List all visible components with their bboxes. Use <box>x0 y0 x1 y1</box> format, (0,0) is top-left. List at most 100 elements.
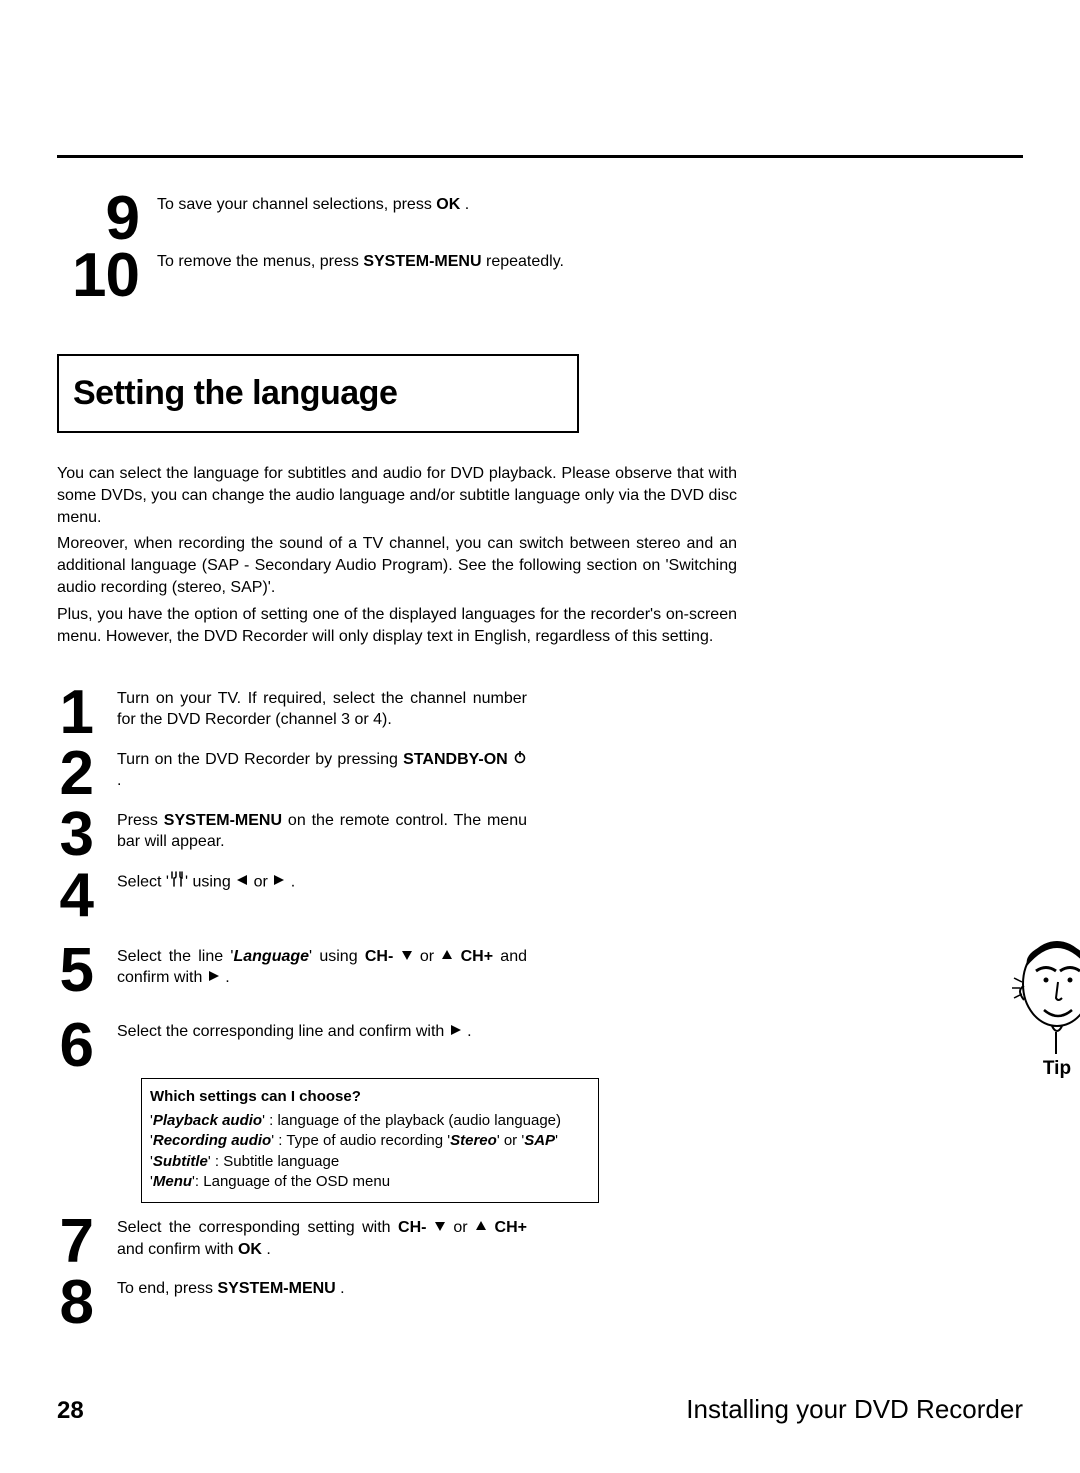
button-label: SYSTEM-MENU <box>164 812 282 829</box>
chapter-title: Installing your DVD Recorder <box>686 1394 1023 1425</box>
text: To end, press <box>117 1280 218 1297</box>
menu-item: Playback audio <box>153 1112 262 1129</box>
right-arrow-icon <box>207 967 221 989</box>
step-text: Press SYSTEM-MENU on the remote control.… <box>117 806 527 853</box>
tip-question: Which settings can I choose? <box>150 1087 590 1107</box>
step-text: Turn on the DVD Recorder by pressing STA… <box>117 745 527 792</box>
text: or <box>413 948 442 965</box>
step-number: 8 <box>57 1274 117 1331</box>
up-arrow-icon <box>441 946 453 968</box>
step-number: 3 <box>57 806 117 863</box>
step-text: Select ' ' using or . <box>117 867 295 894</box>
button-label: CH+ <box>461 948 493 965</box>
text: : language of the playback (audio langua… <box>265 1112 561 1129</box>
step-number: 1 <box>57 684 117 741</box>
button-label: CH+ <box>495 1219 527 1236</box>
step-text: To remove the menus, press SYSTEM-MENU r… <box>157 247 627 273</box>
steps-block: 1 Turn on your TV. If required, select t… <box>57 684 1023 1336</box>
step-text: Select the corresponding setting with CH… <box>117 1213 527 1260</box>
text: To save your channel selections, press <box>157 196 436 213</box>
text: or <box>446 1219 475 1236</box>
text: and confirm with <box>117 1241 238 1258</box>
wrench-icon <box>169 871 185 894</box>
option: SAP <box>524 1132 555 1149</box>
text: : Type of audio recording ' <box>274 1132 450 1149</box>
button-label: OK <box>238 1241 262 1258</box>
menu-item: Menu <box>153 1173 192 1190</box>
left-arrow-icon <box>235 871 249 893</box>
text: . <box>336 1280 345 1297</box>
step-number: 7 <box>57 1213 117 1270</box>
down-arrow-icon <box>434 1217 446 1239</box>
step-number: 9 <box>57 190 157 247</box>
step-number: 2 <box>57 745 117 802</box>
up-arrow-icon <box>475 1217 487 1239</box>
step-text: To end, press SYSTEM-MENU . <box>117 1274 345 1300</box>
step-7: 7 Select the corresponding setting with … <box>57 1213 527 1270</box>
step-number: 4 <box>57 867 117 924</box>
text: . <box>460 196 469 213</box>
step-number: 6 <box>57 1017 117 1074</box>
button-label: SYSTEM-MENU <box>218 1280 336 1297</box>
tip-row: 'Subtitle' : Subtitle language <box>150 1152 590 1172</box>
tip-label: Tip <box>1007 1058 1080 1080</box>
text: : Language of the OSD menu <box>195 1173 390 1190</box>
intro-p1: You can select the language for subtitle… <box>57 463 737 529</box>
menu-item: Language <box>233 948 309 965</box>
down-arrow-icon <box>401 946 413 968</box>
button-label: SYSTEM-MENU <box>363 253 481 270</box>
text: Press <box>117 812 164 829</box>
text: . <box>221 969 230 986</box>
tip-row: 'Playback audio' : language of the playb… <box>150 1111 590 1131</box>
steps-column: 1 Turn on your TV. If required, select t… <box>57 684 527 1336</box>
step-text: Select the line 'Language' using CH- or … <box>117 942 527 989</box>
text: repeatedly. <box>482 253 564 270</box>
text: . <box>286 873 295 890</box>
text: : Subtitle language <box>211 1153 339 1170</box>
text: . <box>262 1241 271 1258</box>
section-title: Setting the language <box>73 374 397 413</box>
step-10: 10 To remove the menus, press SYSTEM-MEN… <box>57 247 1023 304</box>
text: ' <box>555 1132 558 1149</box>
button-label: OK <box>436 196 460 213</box>
power-icon <box>513 749 527 771</box>
text: ' using <box>185 873 235 890</box>
step-text: Select the corresponding line and confir… <box>117 1017 472 1043</box>
button-label: CH- <box>398 1219 426 1236</box>
text: Select the corresponding setting with <box>117 1219 398 1236</box>
manual-page: 9 To save your channel selections, press… <box>0 0 1080 1473</box>
page-content: 9 To save your channel selections, press… <box>57 190 1023 1335</box>
top-rule <box>57 155 1023 158</box>
right-arrow-icon <box>272 871 286 893</box>
tip-figure: Tip <box>1007 936 1080 1080</box>
tip-row: 'Recording audio' : Type of audio record… <box>150 1131 590 1151</box>
text: ' using <box>309 948 365 965</box>
menu-item: Recording audio <box>153 1132 271 1149</box>
step-number: 10 <box>57 247 157 304</box>
text: Select ' <box>117 873 169 890</box>
text: . <box>463 1023 472 1040</box>
section-title-box: Setting the language <box>57 354 579 433</box>
intro-p2: Moreover, when recording the sound of a … <box>57 533 737 599</box>
step-8: 8 To end, press SYSTEM-MENU . <box>57 1274 527 1331</box>
text: ' or ' <box>497 1132 524 1149</box>
step-6: 6 Select the corresponding line and conf… <box>57 1017 527 1074</box>
button-label: STANDBY-ON <box>403 751 508 768</box>
step-9: 9 To save your channel selections, press… <box>57 190 1023 247</box>
step-1: 1 Turn on your TV. If required, select t… <box>57 684 527 741</box>
option: Stereo <box>450 1132 497 1149</box>
text: Select the line ' <box>117 948 233 965</box>
step-text: Turn on your TV. If required, select the… <box>117 684 527 731</box>
text: or <box>249 873 272 890</box>
right-arrow-icon <box>449 1021 463 1043</box>
tip-row: 'Menu': Language of the OSD menu <box>150 1172 590 1192</box>
step-text: To save your channel selections, press O… <box>157 190 627 216</box>
step-5: 5 Select the line 'Language' using CH- o… <box>57 942 527 999</box>
step-3: 3 Press SYSTEM-MENU on the remote contro… <box>57 806 527 863</box>
tip-box: Which settings can I choose? 'Playback a… <box>141 1078 599 1203</box>
step-4: 4 Select ' ' using or . <box>57 867 527 924</box>
button-label: CH- <box>365 948 393 965</box>
section-intro: You can select the language for subtitle… <box>57 463 737 648</box>
text: Select the corresponding line and confir… <box>117 1023 449 1040</box>
text: To remove the menus, press <box>157 253 363 270</box>
